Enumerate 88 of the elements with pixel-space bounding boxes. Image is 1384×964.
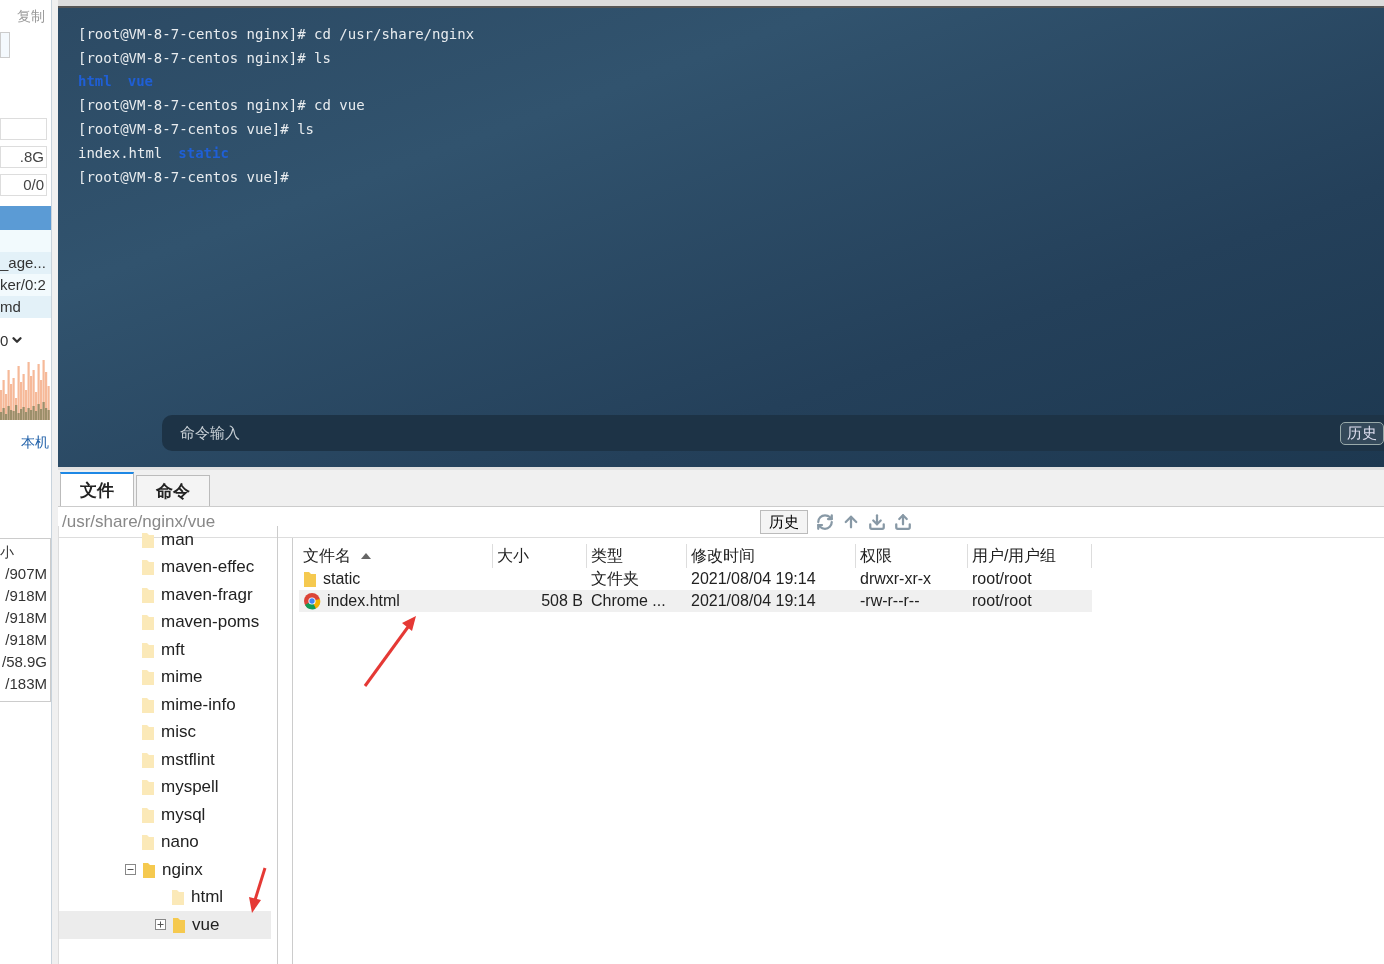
input-placeholder: 命令输入	[180, 423, 240, 443]
tree-item[interactable]: mime-info	[59, 691, 271, 719]
collapse-icon[interactable]	[125, 864, 136, 876]
folder-icon	[303, 570, 317, 588]
info-field: .8G	[0, 146, 47, 168]
tab[interactable]: 命令	[136, 475, 210, 506]
process-row	[0, 230, 51, 252]
table-cell-text: drwxr-xr-x	[859, 569, 933, 589]
column-header[interactable]: 文件名	[299, 544, 493, 568]
folder-icon	[141, 558, 155, 577]
file-name[interactable]: static	[299, 568, 493, 590]
tree-item[interactable]: vue	[59, 911, 271, 939]
tree-item[interactable]: mft	[59, 636, 271, 664]
terminal-text: [root@VM-8-7-centos nginx]# cd /usr/share/nginx	[78, 25, 475, 42]
dropdown-value[interactable]: 0	[0, 331, 9, 349]
folder-icon	[171, 888, 185, 907]
tree-item[interactable]: html	[59, 883, 271, 911]
column-header: 小	[0, 543, 14, 562]
column-header[interactable]: 用户/用户组	[968, 544, 1092, 568]
tree-item[interactable]: misc	[59, 718, 271, 746]
tree-item[interactable]: maven-poms	[59, 608, 271, 636]
disk-size: /183M	[5, 674, 48, 694]
blank-field	[0, 118, 47, 140]
file-name[interactable]: index.html	[299, 590, 493, 612]
terminal-text: [root@VM-8-7-centos nginx]# cd vue	[78, 97, 365, 114]
table-cell: -rw-r--r--	[856, 590, 968, 612]
process-row[interactable]: ker/0:2	[0, 274, 51, 296]
tree-item[interactable]: nano	[59, 828, 271, 856]
process-row[interactable]: md	[0, 296, 51, 318]
terminal-text: [root@VM-8-7-centos nginx]# ls	[78, 49, 331, 66]
disk-size: /918M	[5, 608, 48, 628]
sort-icon	[361, 553, 371, 559]
table-header-bar	[0, 206, 51, 230]
table-cell: Chrome ...	[587, 590, 687, 612]
tree-item[interactable]: mstflint	[59, 746, 271, 774]
upload-icon[interactable]	[894, 513, 912, 531]
download-icon[interactable]	[868, 513, 886, 531]
folder-icon	[141, 805, 155, 824]
table-cell-text: 2021/08/04 19:14	[690, 569, 817, 589]
terminal-text: [root@VM-8-7-centos vue]#	[78, 168, 289, 185]
tree-item[interactable]: mysql	[59, 801, 271, 829]
table-cell-text: 文件夹	[590, 569, 640, 589]
refresh-icon[interactable]	[816, 513, 834, 531]
tab[interactable]: 文件	[60, 472, 134, 506]
terminal-text: index.html	[78, 144, 163, 161]
directory-name: static	[178, 144, 229, 161]
table-cell: 508 B	[493, 590, 587, 612]
disk-size: /918M	[5, 586, 48, 606]
folder-icon	[141, 833, 155, 852]
folder-icon	[141, 613, 155, 632]
folder-icon	[141, 640, 155, 659]
folder-icon	[141, 695, 155, 714]
disk-size: /58.9G	[1, 652, 48, 672]
tree-item[interactable]: mime	[59, 663, 271, 691]
host-label[interactable]: 本机	[21, 434, 49, 452]
annotation-arrow	[363, 616, 416, 687]
tree-item[interactable]: maven-fragr	[59, 581, 271, 609]
table-cell-text: root/root	[971, 569, 1033, 589]
history-button[interactable]: 历史	[760, 510, 808, 534]
terminal-text: [root@VM-8-7-centos vue]# ls	[78, 121, 314, 138]
column-header[interactable]: 类型	[587, 544, 687, 568]
column-header[interactable]: 权限	[856, 544, 968, 568]
tree-item[interactable]: maven-effec	[59, 553, 271, 581]
command-input[interactable]: 命令输入 历史	[162, 415, 1384, 451]
browser-icon	[303, 592, 321, 610]
table-cell: root/root	[968, 590, 1092, 612]
disk-size: /918M	[5, 630, 48, 650]
process-row[interactable]: _age...	[0, 252, 51, 274]
directory-name: vue	[127, 73, 153, 90]
table-cell: 2021/08/04 19:14	[687, 590, 856, 612]
expand-icon[interactable]	[155, 919, 166, 931]
history-button[interactable]: 历史	[1340, 421, 1384, 445]
column-header[interactable]: 大小	[493, 544, 587, 568]
annotation-arrow	[249, 867, 267, 913]
folder-icon	[141, 750, 155, 769]
info-field: 0/0	[0, 174, 47, 196]
tree-item[interactable]: myspell	[59, 773, 271, 801]
directory-name: html	[78, 73, 112, 90]
folder-icon	[172, 915, 186, 934]
folder-icon	[141, 668, 155, 687]
column-header[interactable]: 修改时间	[687, 544, 856, 568]
folder-icon	[141, 778, 155, 797]
tree-item[interactable]: nginx	[59, 856, 271, 884]
disk-size: /907M	[5, 564, 48, 584]
folder-icon	[141, 585, 155, 604]
folder-icon	[141, 723, 155, 742]
input-field[interactable]	[0, 32, 10, 58]
folder-icon	[142, 860, 156, 879]
